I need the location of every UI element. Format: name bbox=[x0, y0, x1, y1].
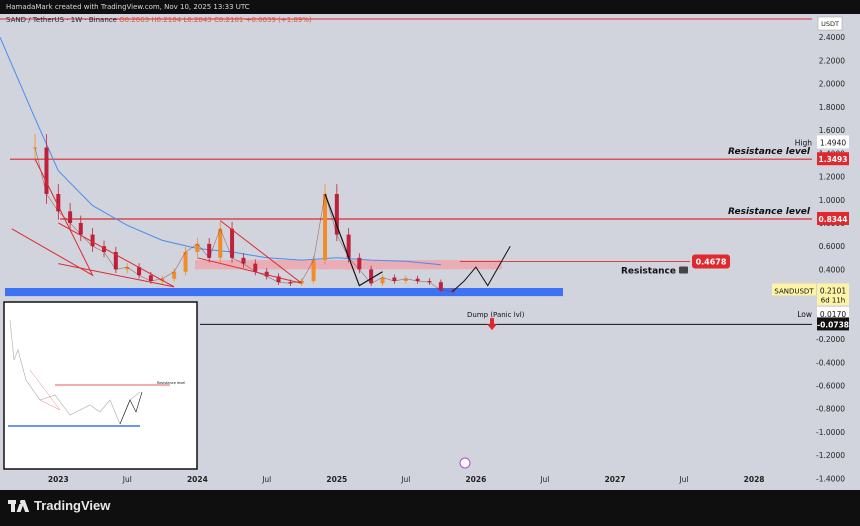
dump-arrow-stem bbox=[490, 318, 494, 325]
currency-badge: USDT bbox=[821, 20, 839, 28]
y-tick-label: 1.6000 bbox=[819, 126, 845, 135]
x-tick-label: 2027 bbox=[605, 475, 626, 484]
x-tick-label: Jul bbox=[678, 475, 688, 484]
resistance-label-3: Resistance bbox=[621, 267, 676, 277]
symbol-info[interactable]: SAND / TetherUS · 1W · Binance O0.2063 H… bbox=[6, 16, 312, 24]
y-tick-label: -0.4000 bbox=[816, 358, 845, 367]
y-tick-label: 1.8000 bbox=[819, 103, 845, 112]
y-tick-label: 2.4000 bbox=[819, 33, 845, 42]
price-chart[interactable]: 2.40002.20002.00001.80001.60001.40001.20… bbox=[0, 0, 860, 522]
y-tick-label: 0.4000 bbox=[819, 265, 845, 274]
candle-body bbox=[44, 147, 49, 194]
resistance-price-tag: 0.4678 bbox=[696, 258, 727, 267]
candle-body bbox=[230, 228, 235, 258]
x-tick-label: Jul bbox=[122, 475, 132, 484]
y-tick-label: -0.2000 bbox=[816, 335, 845, 344]
candle-body bbox=[311, 260, 316, 282]
x-tick-label: 2026 bbox=[465, 475, 486, 484]
high-value: 1.4940 bbox=[820, 138, 846, 147]
y-tick-label: 0.6000 bbox=[819, 242, 845, 251]
candle-body bbox=[323, 193, 328, 261]
tradingview-brand: TradingView bbox=[34, 498, 111, 513]
x-tick-label: Jul bbox=[261, 475, 271, 484]
x-tick-label: 2028 bbox=[744, 475, 765, 484]
resistance-label-1: Resistance level bbox=[728, 147, 811, 157]
y-tick-label: -0.8000 bbox=[816, 405, 845, 414]
last-price: 0.2101 bbox=[820, 286, 846, 295]
resistance-price-1: 1.3493 bbox=[819, 155, 848, 164]
lightning-icon bbox=[459, 457, 471, 469]
dump-annotation: Dump (Panic lvl) bbox=[467, 311, 525, 319]
last-countdown: 6d 11h bbox=[821, 296, 845, 304]
inset-label: Resistance level bbox=[157, 381, 185, 385]
low-label: Low bbox=[797, 310, 812, 319]
resistance-label-2: Resistance level bbox=[728, 207, 811, 217]
y-tick-label: -1.0000 bbox=[816, 428, 845, 437]
y-tick-label: -0.6000 bbox=[816, 382, 845, 391]
y-tick-label: 2.0000 bbox=[819, 80, 845, 89]
panic-price-tag: -0.0738 bbox=[817, 320, 849, 329]
x-tick-label: 2023 bbox=[48, 475, 69, 484]
y-tick-label: 2.2000 bbox=[819, 56, 845, 65]
support-zone bbox=[5, 287, 563, 297]
inset-frame bbox=[3, 301, 198, 470]
x-tick-label: 2025 bbox=[326, 475, 347, 484]
last-symbol: SANDUSDT bbox=[774, 287, 814, 295]
x-tick-label: Jul bbox=[539, 475, 549, 484]
y-tick-label: 1.0000 bbox=[819, 196, 845, 205]
y-tick-label: 1.2000 bbox=[819, 173, 845, 182]
inset-chart: Resistance level bbox=[3, 301, 198, 470]
tradingview-logo[interactable]: TradingView bbox=[8, 498, 110, 513]
resistance-price-2: 0.8344 bbox=[819, 215, 848, 224]
ohlc-values: O0.2063 H0.2104 L0.2043 C0.2101 +0.0039 … bbox=[119, 16, 312, 24]
chart-area[interactable]: 2.40002.20002.00001.80001.60001.40001.20… bbox=[0, 0, 860, 522]
header-watermark: HamadaMark created with TradingView.com,… bbox=[6, 3, 250, 11]
symbol-title: SAND / TetherUS · 1W · Binance bbox=[6, 16, 117, 24]
y-tick-label: -1.4000 bbox=[816, 474, 845, 483]
x-tick-label: 2024 bbox=[187, 475, 208, 484]
x-tick-label: Jul bbox=[400, 475, 410, 484]
tradingview-logo-icon bbox=[8, 499, 30, 512]
high-label: High bbox=[795, 138, 812, 147]
resistance-chart-icon bbox=[679, 266, 688, 274]
footer-bar: TradingView bbox=[0, 490, 860, 522]
y-tick-label: -1.2000 bbox=[816, 451, 845, 460]
